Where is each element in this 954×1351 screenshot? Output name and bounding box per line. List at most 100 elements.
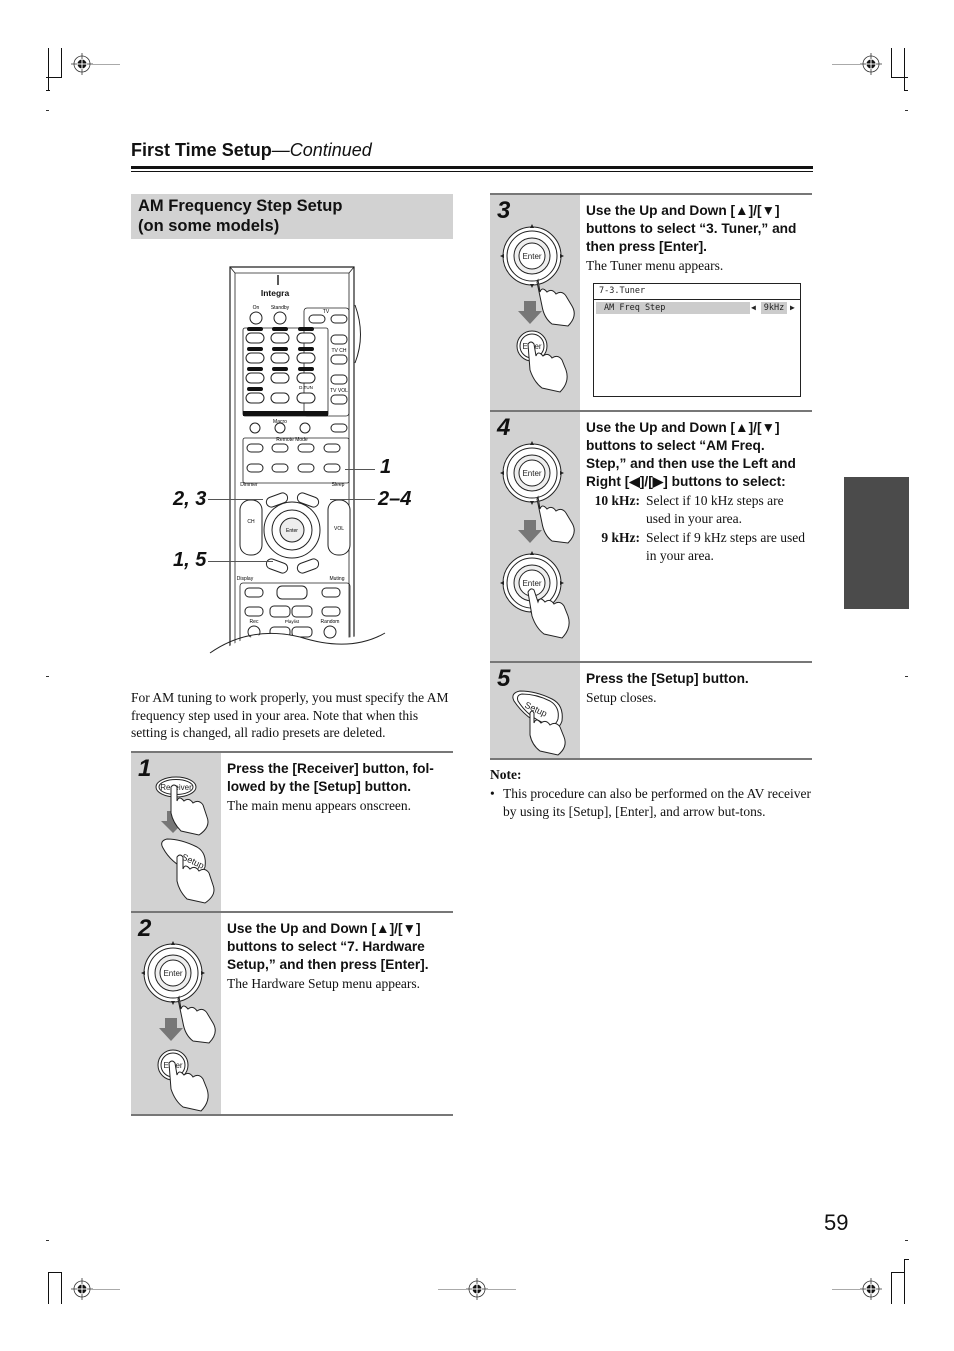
callout-label: 2–4 xyxy=(378,488,412,510)
option-term: 10 kHz: xyxy=(594,493,640,508)
onscreen-menu-tuner: 7-3.Tuner AM Freq Step ◀ 9kHz ▶ xyxy=(593,283,801,397)
crop-mark xyxy=(904,1259,905,1304)
registration-line xyxy=(488,1289,516,1290)
callout-line xyxy=(208,499,263,500)
section-title-line: AM Frequency Step Setup xyxy=(138,197,343,215)
step-result: Setup closes. xyxy=(586,690,657,705)
step-result: The Tuner menu appears. xyxy=(586,258,724,273)
enter-button-label: Enter xyxy=(522,252,541,261)
setup-button-icon: Setup xyxy=(512,690,566,756)
crop-mark xyxy=(61,1272,62,1304)
callout-line xyxy=(330,499,375,500)
step-content: Use the Up and Down [▲]/[▼] buttons to s… xyxy=(586,419,808,565)
chapter-side-tab xyxy=(844,477,909,609)
step-1: 1 Receiver Setup Press the [Receiver] bu… xyxy=(131,751,453,913)
receiver-setup-button-icon: Receiver Setup xyxy=(155,776,215,904)
crop-mark xyxy=(48,1272,62,1273)
remote-label-rec: Rec xyxy=(250,619,259,625)
step-5: 5 Setup Press the [Setup] button. Setup … xyxy=(490,661,812,760)
section-subtitle: (on some models) xyxy=(138,217,280,235)
header-title: First Time Setup xyxy=(131,140,272,160)
step-content: Use the Up and Down [▲]/[▼] buttons to s… xyxy=(586,202,808,275)
registration-mark-icon xyxy=(860,1278,882,1300)
enter-button-label: Enter xyxy=(522,469,541,478)
step-instruction: Press the [Receiver] button, fol-lowed b… xyxy=(227,761,434,794)
crop-mark xyxy=(891,1272,905,1273)
remote-label-d-tun: D.TUN xyxy=(299,385,313,390)
section-title-box: AM Frequency Step Setup (on some models) xyxy=(131,194,453,239)
crop-tick xyxy=(905,110,908,111)
option-description: Select if 9 kHz steps are used in your a… xyxy=(646,530,805,563)
option-term: 9 kHz: xyxy=(601,530,640,545)
section-title: AM Frequency Step Setup (on some models) xyxy=(138,196,342,236)
crop-mark xyxy=(904,1259,909,1260)
registration-line xyxy=(92,64,120,65)
crop-tick xyxy=(46,676,49,677)
step-4: 4 Enter Enter Use the Up and Down [▲]/[▼… xyxy=(490,410,812,663)
osd-row-value: 9kHz xyxy=(761,302,787,314)
step-result: The main menu appears onscreen. xyxy=(227,798,412,813)
crop-mark xyxy=(904,48,905,90)
crop-mark xyxy=(48,48,49,90)
registration-mark-icon xyxy=(71,53,93,75)
right-arrow-icon: ▶ xyxy=(790,303,795,312)
step-instruction: Use the Up and Down [▲]/[▼] buttons to s… xyxy=(586,420,796,489)
crop-tick xyxy=(905,1240,908,1241)
enter-dial-icon: Enter Enter xyxy=(500,441,575,639)
remote-label-playlist: Playlist xyxy=(285,619,300,624)
option-description: Select if 10 kHz steps are used in your … xyxy=(646,493,784,526)
step-illustration: 4 Enter Enter xyxy=(490,412,580,661)
osd-row-label: AM Freq Step xyxy=(604,303,666,313)
registration-line xyxy=(438,1289,466,1290)
remote-label-ch: CH xyxy=(247,519,255,525)
remote-label-on: On xyxy=(253,305,260,311)
step-2: 2 Enter Enter Use the Up and Down [▲]/[▼… xyxy=(131,911,453,1116)
osd-row-am-freq-step[interactable]: AM Freq Step ◀ 9kHz ▶ xyxy=(596,302,798,314)
step-instruction: Use the Up and Down [▲]/[▼] buttons to s… xyxy=(586,203,797,254)
osd-divider xyxy=(594,299,800,300)
remote-label-tv-vol: TV VOL xyxy=(330,388,348,394)
crop-mark xyxy=(891,48,892,78)
crop-mark xyxy=(891,1272,892,1304)
remote-label-remote-mode: Remote Mode xyxy=(276,437,308,443)
callout-line xyxy=(208,561,273,562)
enter-dial-icon: Enter Enter xyxy=(141,941,216,1112)
crop-mark xyxy=(904,90,908,91)
step-content: Press the [Setup] button. Setup closes. xyxy=(586,670,808,707)
note-title: Note: xyxy=(490,767,522,782)
remote-label-display: Display xyxy=(237,576,254,582)
step-content: Use the Up and Down [▲]/[▼] buttons to s… xyxy=(227,920,449,993)
note-text: This procedure can also be performed on … xyxy=(503,786,812,819)
callout-label: 1, 5 xyxy=(173,549,207,571)
remote-label-tv: TV xyxy=(323,309,330,315)
registration-line xyxy=(832,64,860,65)
option-9khz: 9 kHz: Select if 9 kHz steps are used in… xyxy=(586,529,808,565)
remote-label-vol: VOL xyxy=(334,526,344,532)
registration-line xyxy=(832,1289,860,1290)
step-illustration: 2 Enter Enter xyxy=(131,913,221,1114)
crop-tick xyxy=(46,110,49,111)
header-rule-thin xyxy=(131,171,813,172)
header-rule xyxy=(131,166,813,169)
enter-button-label: Enter xyxy=(522,579,541,588)
registration-mark-icon xyxy=(466,1278,488,1300)
page-number: 59 xyxy=(824,1210,849,1235)
step-content: Press the [Receiver] button, fol-lowed b… xyxy=(227,760,449,815)
header-continued: —Continued xyxy=(271,140,372,160)
step-illustration: 5 Setup xyxy=(490,663,580,758)
bullet-icon: • xyxy=(490,786,495,801)
remote-label-dimmer: Dimmer xyxy=(240,482,258,488)
crop-mark xyxy=(61,48,62,78)
enter-button-label: Enter xyxy=(163,969,182,978)
enter-dial-icon: Enter Enter xyxy=(500,224,575,393)
crop-tick xyxy=(46,1240,49,1241)
osd-title: 7-3.Tuner xyxy=(599,286,646,296)
remote-label-muting: Muting xyxy=(329,576,344,582)
callout-line xyxy=(345,469,375,470)
step-illustration: 1 Receiver Setup xyxy=(131,753,221,911)
option-10khz: 10 kHz: Select if 10 kHz steps are used … xyxy=(586,492,808,528)
callout-label: 2, 3 xyxy=(173,488,207,510)
intro-paragraph: For AM tuning to work properly, you must… xyxy=(131,690,449,740)
registration-mark-icon xyxy=(860,53,882,75)
step-instruction: Press the [Setup] button. xyxy=(586,671,749,686)
